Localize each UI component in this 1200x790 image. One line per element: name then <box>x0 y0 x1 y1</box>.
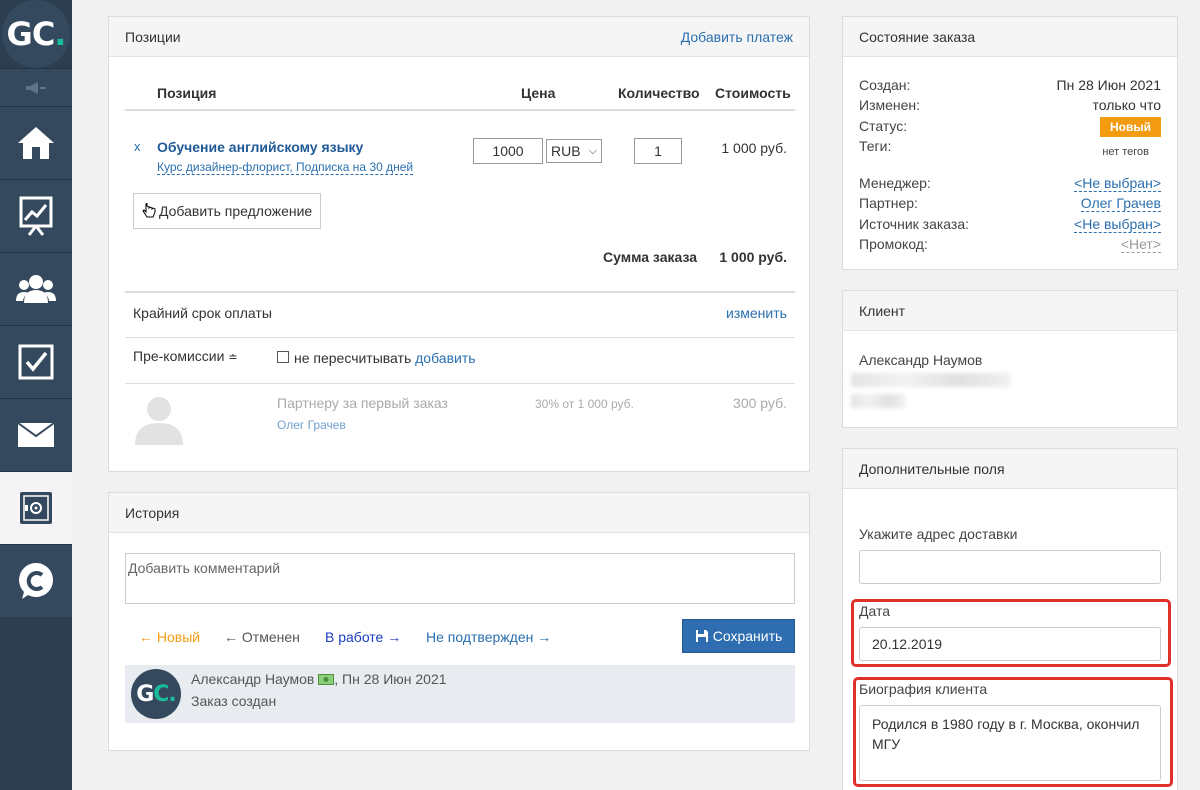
order-state-panel: Состояние заказа Создан: Пн 28 Июн 2021 … <box>842 16 1178 270</box>
date-label: Дата <box>859 603 891 619</box>
precommission-text: Пре-комиссии <box>133 348 225 364</box>
history-text: Заказ создан <box>191 693 277 709</box>
partner-name-link[interactable]: Олег Грачев <box>277 418 346 432</box>
approx-icon: ≐ <box>228 352 238 364</box>
save-label: Сохранить <box>712 628 783 644</box>
no-recalc-checkbox[interactable] <box>277 351 289 363</box>
stats-icon[interactable] <box>0 179 72 252</box>
item-cost: 1 000 руб. <box>721 140 787 156</box>
client-title: Клиент <box>859 302 906 319</box>
positions-table-header: Позиция Цена Количество Стоимость <box>125 77 795 111</box>
history-date: , Пн 28 Июн 2021 <box>334 671 447 687</box>
status-badge[interactable]: Новый <box>1100 117 1161 137</box>
partner-commission-text: Партнеру за первый заказ <box>277 395 448 411</box>
redacted-contact <box>851 373 1011 387</box>
modified-value: только что <box>1092 97 1162 113</box>
modified-label: Изменен: <box>859 97 921 113</box>
status-new-button[interactable]: ← Новый <box>139 629 200 645</box>
history-author[interactable]: Александр Наумов <box>191 671 314 687</box>
date-input[interactable]: 20.12.2019 <box>859 627 1161 661</box>
chevron-down-icon: ⌵ <box>588 145 597 157</box>
promo-label: Промокод: <box>859 236 928 252</box>
tags-label: Теги: <box>859 138 892 154</box>
total-label: Сумма заказа <box>603 249 698 265</box>
divider <box>125 291 795 293</box>
item-offers-link[interactable]: Курс дизайнер-флорист, Подписка на 30 дн… <box>157 160 414 175</box>
currency-value: RUB <box>551 143 581 159</box>
client-panel: Клиент Александр Наумов <box>842 290 1178 428</box>
col-cost: Стоимость <box>715 85 791 101</box>
partner-commission-percent: 30% от 1 000 руб. <box>535 397 634 411</box>
chat-icon[interactable] <box>0 544 72 617</box>
partner-label: Партнер: <box>859 195 918 211</box>
col-qty: Количество <box>618 85 700 101</box>
deadline-label: Крайний срок оплаты <box>133 305 272 321</box>
promo-value[interactable]: <Нет> <box>1120 236 1161 253</box>
divider <box>125 383 795 384</box>
partner-commission-sum: 300 руб. <box>733 395 787 411</box>
currency-select[interactable]: RUB ⌵ <box>546 139 602 163</box>
add-precommission-link[interactable]: добавить <box>415 350 475 366</box>
col-price: Цена <box>521 85 556 101</box>
logo-text: GC <box>6 15 56 53</box>
save-button[interactable]: Сохранить <box>682 619 795 653</box>
sales-icon[interactable] <box>0 471 72 544</box>
redacted-contact <box>851 394 905 408</box>
sidebar: GC. <box>0 0 72 790</box>
total-value: 1 000 руб. <box>719 249 787 265</box>
comment-textarea[interactable]: Добавить комментарий <box>125 553 795 604</box>
announce-icon[interactable] <box>0 68 72 106</box>
status-unconfirmed-button[interactable]: Не подтвержден → <box>426 629 551 645</box>
order-state-title: Состояние заказа <box>859 28 976 45</box>
deadline-change-link[interactable]: изменить <box>726 305 787 321</box>
money-icon <box>318 674 335 685</box>
positions-panel: Позиции Добавить платеж Позиция Цена Кол… <box>108 16 810 472</box>
manager-select[interactable]: <Не выбран> <box>1074 175 1161 192</box>
history-entry: G C. Александр Наумов , Пн 28 Июн 2021 За… <box>125 665 795 723</box>
address-label: Укажите адрес доставки <box>859 526 1018 542</box>
add-offer-label: Добавить предложение <box>159 203 313 219</box>
price-input[interactable]: 1000 <box>473 138 543 164</box>
source-label: Источник заказа: <box>859 216 970 232</box>
no-recalc-label: не пересчитывать <box>294 350 412 366</box>
manager-label: Менеджер: <box>859 175 931 191</box>
history-title: История <box>125 504 180 521</box>
created-value: Пн 28 Июн 2021 <box>1056 77 1161 93</box>
status-cancelled-button[interactable]: ← Отменен <box>224 629 300 645</box>
hand-pointer-icon <box>142 203 156 218</box>
avatar: G C. <box>131 669 181 719</box>
client-name-link[interactable]: Александр Наумов <box>859 352 982 368</box>
bio-label: Биография клиента <box>859 681 988 697</box>
logo-dot: . <box>54 15 66 53</box>
precommission-label: Пре-комиссии ≐ <box>133 348 238 364</box>
quantity-input[interactable]: 1 <box>634 138 682 164</box>
item-title[interactable]: Обучение английскому языку <box>157 139 363 155</box>
history-panel: История Добавить комментарий ← Новый ← О… <box>108 492 810 751</box>
tags-value[interactable]: нет тегов <box>1102 146 1149 158</box>
col-position: Позиция <box>157 85 217 101</box>
home-icon[interactable] <box>0 106 72 179</box>
add-payment-link[interactable]: Добавить платеж <box>681 29 793 45</box>
created-label: Создан: <box>859 77 911 93</box>
floppy-icon <box>695 630 708 642</box>
divider <box>125 337 795 338</box>
user-placeholder-icon <box>135 397 183 445</box>
extra-fields-title: Дополнительные поля <box>859 460 1005 477</box>
positions-title: Позиции <box>125 28 181 45</box>
tasks-icon[interactable] <box>0 325 72 398</box>
add-offer-button[interactable]: Добавить предложение <box>133 193 321 229</box>
address-input[interactable] <box>859 550 1161 584</box>
logo[interactable]: GC. <box>0 0 72 68</box>
mail-icon[interactable] <box>0 398 72 471</box>
partner-link[interactable]: Олег Грачев <box>1080 195 1161 212</box>
bio-textarea[interactable]: Родился в 1980 году в г. Москва, окончил… <box>859 705 1161 781</box>
remove-item-button[interactable]: x <box>134 139 141 154</box>
users-icon[interactable] <box>0 252 72 325</box>
status-in-progress-button[interactable]: В работе → <box>325 629 401 645</box>
status-label: Статус: <box>859 118 908 134</box>
source-select[interactable]: <Не выбран> <box>1074 216 1161 233</box>
extra-fields-panel: Дополнительные поля Укажите адрес достав… <box>842 448 1178 790</box>
